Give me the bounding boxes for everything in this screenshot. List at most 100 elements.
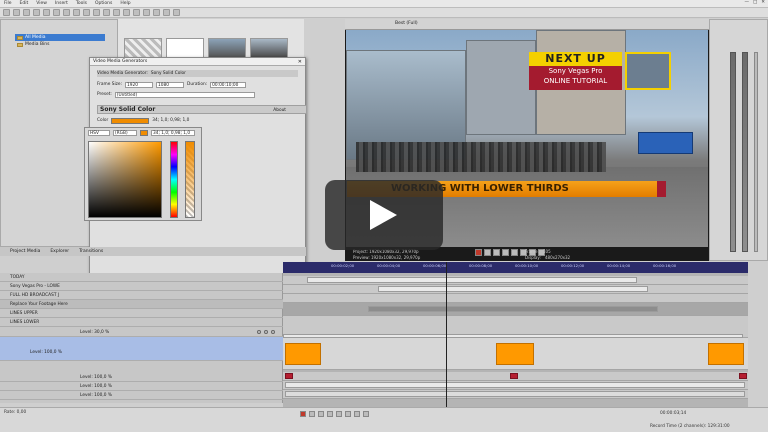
playhead-cursor[interactable] <box>446 262 447 407</box>
media-thumbnail[interactable] <box>166 38 204 58</box>
pause-icon[interactable] <box>336 411 342 417</box>
ripple-icon[interactable] <box>133 9 140 16</box>
menu-edit[interactable]: Edit <box>20 1 29 6</box>
record-icon[interactable] <box>475 249 482 256</box>
master-fader[interactable] <box>754 52 758 252</box>
preset-select[interactable]: (Untitled) <box>114 91 255 98</box>
timeline-lane[interactable] <box>283 303 748 316</box>
duration-field[interactable]: 00:00:10;00 <box>210 81 247 88</box>
tree-item-media-bins[interactable]: Media Bins <box>15 41 105 48</box>
timeline-clip-red[interactable] <box>510 373 518 379</box>
mute-icon[interactable] <box>257 330 261 334</box>
redo-icon[interactable] <box>93 9 100 16</box>
menu-file[interactable]: File <box>4 1 12 6</box>
eyedropper-icon[interactable] <box>140 130 148 136</box>
color-value-field[interactable]: 34; 1,0; 0,98; 1,0 <box>151 130 195 136</box>
new-project-icon[interactable] <box>3 9 10 16</box>
alpha-slider[interactable] <box>185 141 195 218</box>
track-header[interactable]: TODAY <box>0 273 283 282</box>
timeline-clip[interactable] <box>378 286 648 292</box>
color-mode-select[interactable]: HSV <box>88 130 110 136</box>
loop-icon[interactable] <box>484 249 491 256</box>
track-header[interactable]: Level: 100,0 % <box>0 373 283 382</box>
undo-icon[interactable] <box>83 9 90 16</box>
stop-icon[interactable] <box>345 411 351 417</box>
tab-explorer[interactable]: Explorer <box>50 249 69 254</box>
timeline-lane[interactable] <box>283 316 748 338</box>
timeline-clip-red[interactable] <box>285 373 293 379</box>
tab-transitions[interactable]: Transitions <box>79 249 103 254</box>
snap-icon[interactable] <box>103 9 110 16</box>
pause-icon[interactable] <box>511 249 518 256</box>
timeline-lane[interactable] <box>283 294 748 303</box>
color-swatch[interactable] <box>111 117 150 124</box>
media-thumbnail[interactable] <box>124 38 162 58</box>
play-icon[interactable] <box>327 411 333 417</box>
about-button[interactable]: About <box>273 107 286 115</box>
play-from-start-icon[interactable] <box>493 249 500 256</box>
selection-edit-icon[interactable] <box>163 9 170 16</box>
tree-item-all-media[interactable]: All Media <box>15 34 105 41</box>
track-header-selected[interactable]: Level: 100,0 % <box>0 337 283 361</box>
color-space-select[interactable]: (RGB) <box>113 130 137 136</box>
lock-envelopes-icon[interactable] <box>123 9 130 16</box>
timeline-lane[interactable] <box>283 285 748 294</box>
properties-icon[interactable] <box>43 9 50 16</box>
preview-quality-select[interactable]: Best (Full) <box>395 21 418 26</box>
menu-options[interactable]: Options <box>95 1 112 6</box>
timeline-clip[interactable] <box>285 391 745 397</box>
timeline-lane[interactable] <box>283 276 748 285</box>
zoom-edit-icon[interactable] <box>173 9 180 16</box>
menu-insert[interactable]: Insert <box>55 1 68 6</box>
timeline-clip-orange[interactable] <box>708 343 744 365</box>
prev-frame-icon[interactable] <box>354 411 360 417</box>
timeline-clip-orange[interactable] <box>285 343 321 365</box>
track-header[interactable]: Level: 100,0 % <box>0 391 283 400</box>
track-header[interactable]: Level: 30,0 % <box>0 328 283 337</box>
timeline-clip[interactable] <box>307 277 637 283</box>
menu-help[interactable]: Help <box>120 1 130 6</box>
minimize-icon[interactable]: — <box>744 0 749 5</box>
timeline-lane-selected[interactable] <box>283 338 748 370</box>
play-icon[interactable] <box>502 249 509 256</box>
track-header[interactable]: Replace Your Footage Here <box>0 300 283 309</box>
copy-icon[interactable] <box>63 9 70 16</box>
timeline-ruler[interactable]: 00:00:02;00 00:00:04;00 00:00:06;00 00:0… <box>283 262 748 273</box>
timeline[interactable]: 00:00:02;00 00:00:04;00 00:00:06;00 00:0… <box>283 262 748 407</box>
timeline-clip-red[interactable] <box>739 373 747 379</box>
render-icon[interactable] <box>33 9 40 16</box>
timeline-lane[interactable] <box>283 390 748 399</box>
timeline-clip-orange[interactable] <box>496 343 534 365</box>
timeline-clip[interactable] <box>368 306 658 312</box>
next-frame-icon[interactable] <box>363 411 369 417</box>
media-thumbnail[interactable] <box>208 38 246 58</box>
track-header[interactable]: FULL HD BROADCAST J <box>0 291 283 300</box>
track-header[interactable]: Level: 100,0 % <box>0 382 283 391</box>
timeline-clip[interactable] <box>285 382 745 388</box>
normal-edit-icon[interactable] <box>143 9 150 16</box>
auto-crossfade-icon[interactable] <box>113 9 120 16</box>
menu-view[interactable]: View <box>36 1 47 6</box>
maximize-icon[interactable]: □ <box>753 0 757 5</box>
record-icon[interactable] <box>300 411 306 417</box>
video-play-overlay[interactable] <box>325 180 443 250</box>
saturation-value-field[interactable] <box>88 141 162 218</box>
loop-icon[interactable] <box>309 411 315 417</box>
track-header[interactable]: Sony Vegas Pro - LOWE <box>0 282 283 291</box>
save-icon[interactable] <box>23 9 30 16</box>
play-from-start-icon[interactable] <box>318 411 324 417</box>
hue-slider[interactable] <box>170 141 178 218</box>
cut-icon[interactable] <box>53 9 60 16</box>
tab-project-media[interactable]: Project Media <box>10 249 40 254</box>
menu-tools[interactable]: Tools <box>76 1 87 6</box>
paste-icon[interactable] <box>73 9 80 16</box>
envelope-edit-icon[interactable] <box>153 9 160 16</box>
track-header[interactable]: LINES UPPER <box>0 309 283 318</box>
close-icon[interactable]: ✕ <box>761 0 765 5</box>
timeline-lane[interactable] <box>283 381 748 390</box>
media-thumbnail[interactable] <box>250 38 288 58</box>
motion-icon[interactable] <box>271 330 275 334</box>
open-icon[interactable] <box>13 9 20 16</box>
solo-icon[interactable] <box>264 330 268 334</box>
frame-height-field[interactable]: 1080 <box>156 81 185 88</box>
